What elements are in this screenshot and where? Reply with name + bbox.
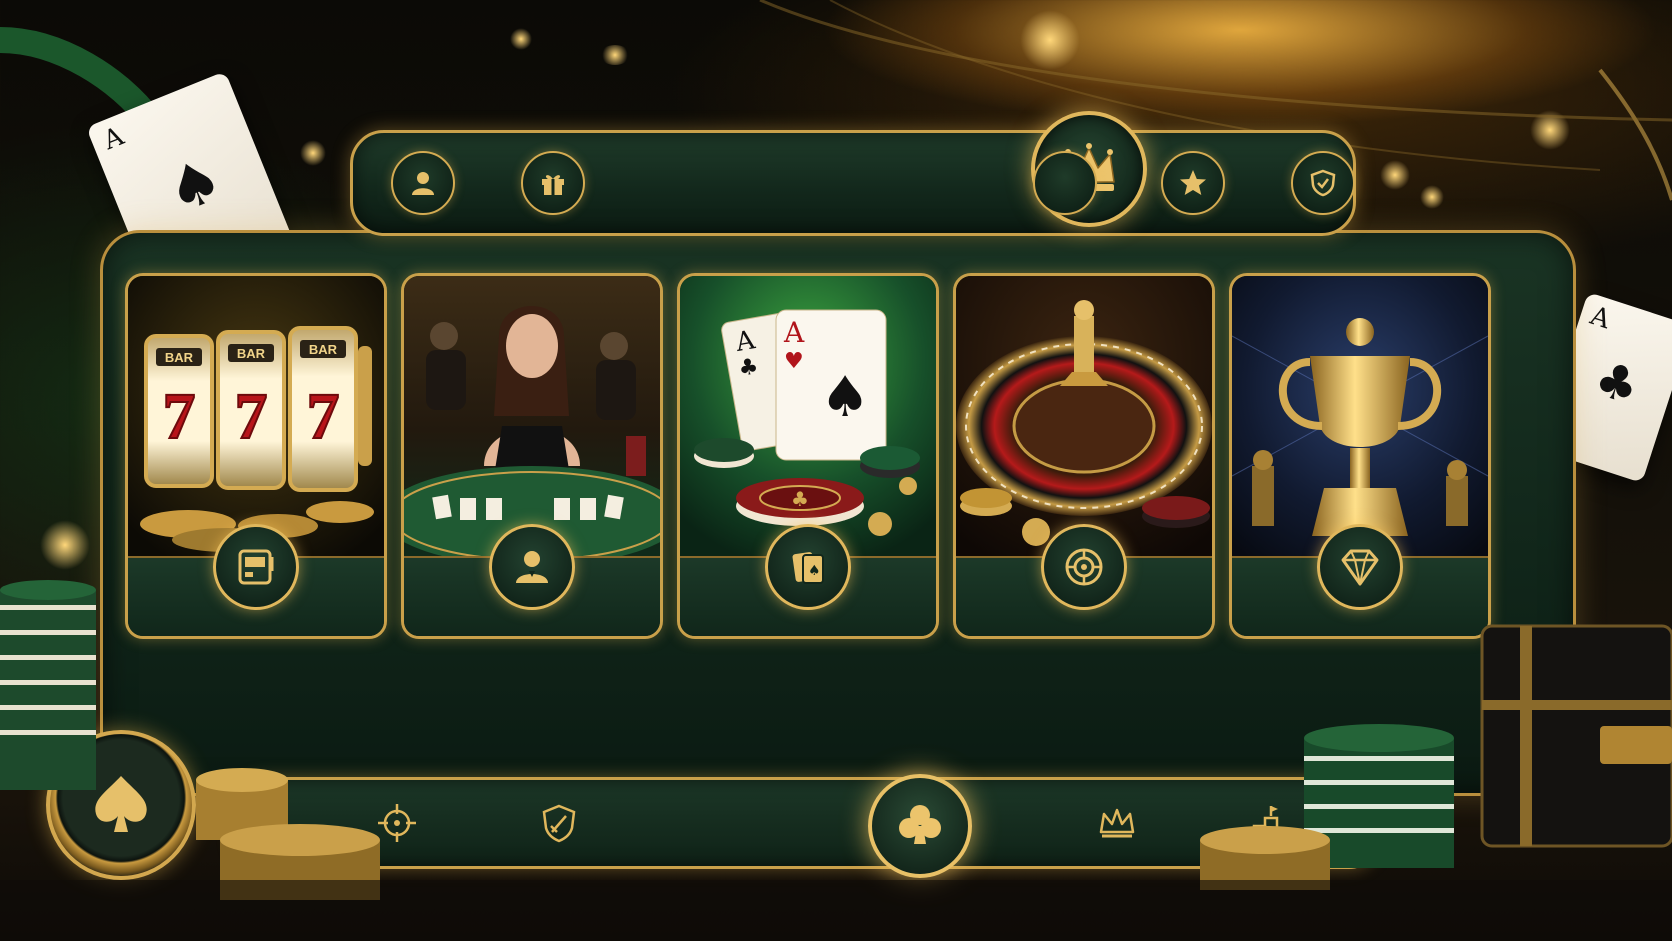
chip-stacks-decoration xyxy=(0,580,1672,941)
